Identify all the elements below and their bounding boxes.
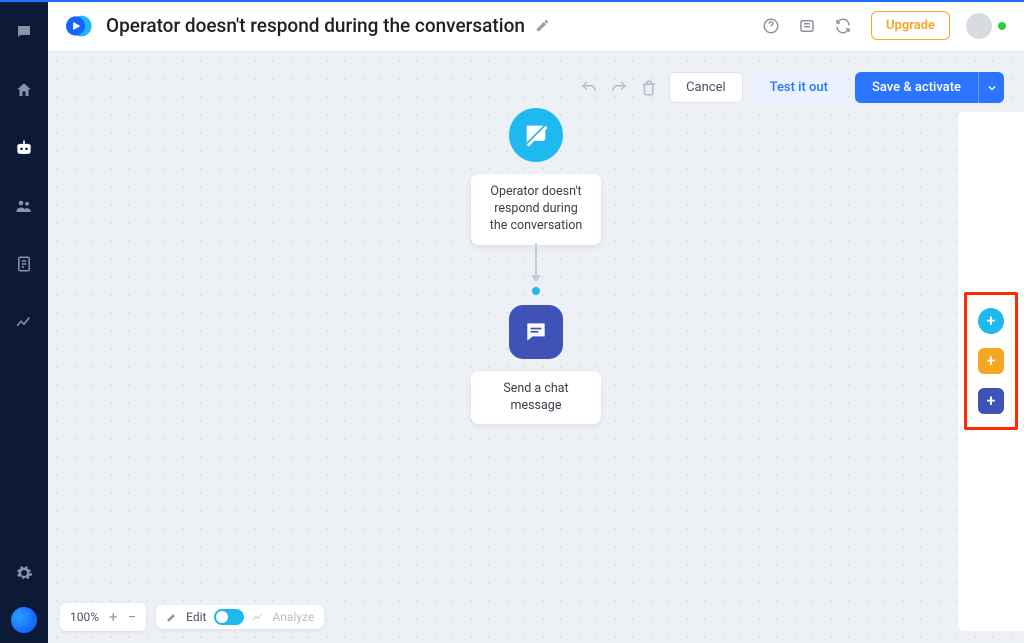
upgrade-button[interactable]: Upgrade — [871, 11, 950, 40]
test-button[interactable]: Test it out — [753, 72, 845, 103]
online-status-icon — [998, 22, 1006, 30]
page-header: Operator doesn't respond during the conv… — [48, 0, 1024, 52]
action-node-card[interactable]: Send a chat message — [471, 371, 601, 425]
news-icon — [798, 17, 816, 35]
chart-line-icon — [252, 611, 264, 623]
pencil-icon — [166, 611, 178, 623]
refresh-icon — [834, 17, 852, 35]
zoom-control: 100% + − — [60, 603, 146, 631]
mode-analyze-label[interactable]: Analyze — [272, 610, 314, 624]
chart-line-icon — [15, 313, 33, 331]
action-node-label: Send a chat message — [503, 381, 568, 413]
help-icon — [762, 17, 780, 35]
page-title: Operator doesn't respond during the conv… — [106, 14, 525, 37]
sidebar-item-settings[interactable] — [10, 559, 38, 587]
app-logo[interactable] — [62, 10, 94, 42]
top-accent-bar — [0, 0, 1024, 2]
help-button[interactable] — [761, 16, 781, 36]
document-icon — [15, 255, 33, 273]
no-response-icon — [522, 121, 550, 149]
sidebar-item-chat[interactable] — [10, 18, 38, 46]
save-button-group: Save & activate — [855, 72, 1004, 103]
chevron-down-icon — [986, 82, 998, 94]
bot-icon — [14, 138, 34, 158]
news-button[interactable] — [797, 16, 817, 36]
flow-connector-dot[interactable] — [532, 287, 540, 295]
sidebar-item-contacts[interactable] — [10, 192, 38, 220]
flow-canvas[interactable]: Cancel Test it out Save & activate Opera… — [48, 52, 1024, 643]
palette-highlight-box: + + + — [964, 292, 1018, 430]
action-node-icon[interactable] — [509, 305, 563, 359]
mode-switch: Edit Analyze — [156, 605, 324, 629]
people-icon — [15, 197, 33, 215]
save-dropdown-button[interactable] — [978, 72, 1004, 103]
logo-icon — [62, 10, 94, 42]
plus-icon: + — [987, 393, 996, 409]
gear-icon — [15, 564, 33, 582]
undo-button[interactable] — [579, 78, 599, 98]
home-icon — [15, 81, 33, 99]
trash-icon — [640, 79, 658, 97]
delete-button[interactable] — [639, 78, 659, 98]
pencil-icon — [535, 18, 550, 33]
canvas-action-bar: Cancel Test it out Save & activate — [579, 72, 1004, 103]
sidebar-item-home[interactable] — [10, 76, 38, 104]
chat-bubble-icon — [15, 23, 33, 41]
sidebar-item-bot[interactable] — [10, 134, 38, 162]
canvas-bottom-bar: 100% + − Edit Analyze — [60, 603, 324, 631]
trigger-node-card[interactable]: Operator doesn't respond during the conv… — [471, 174, 601, 245]
trigger-node-icon[interactable] — [509, 108, 563, 162]
chat-message-icon — [523, 319, 549, 345]
flow-diagram: Operator doesn't respond during the conv… — [471, 108, 601, 424]
add-condition-button[interactable]: + — [978, 348, 1004, 374]
add-trigger-button[interactable]: + — [978, 308, 1004, 334]
user-avatar[interactable] — [966, 13, 992, 39]
save-activate-button[interactable]: Save & activate — [855, 72, 978, 103]
flow-edge — [535, 243, 537, 281]
undo-icon — [580, 79, 598, 97]
refresh-button[interactable] — [833, 16, 853, 36]
redo-icon — [610, 79, 628, 97]
zoom-level: 100% — [70, 610, 99, 624]
redo-button[interactable] — [609, 78, 629, 98]
mode-toggle[interactable] — [214, 609, 244, 625]
edit-title-button[interactable] — [535, 18, 550, 33]
cancel-button[interactable]: Cancel — [669, 72, 743, 103]
zoom-in-button[interactable]: + — [109, 608, 118, 626]
brand-logo-icon[interactable] — [8, 604, 41, 637]
mode-edit-label[interactable]: Edit — [186, 610, 206, 624]
plus-icon: + — [987, 313, 996, 329]
plus-icon: + — [987, 353, 996, 369]
sidebar-item-content[interactable] — [10, 250, 38, 278]
main-container: Operator doesn't respond during the conv… — [48, 0, 1024, 643]
sidebar-item-analytics[interactable] — [10, 308, 38, 336]
trigger-node-label: Operator doesn't respond during the conv… — [490, 184, 583, 233]
zoom-out-button[interactable]: − — [128, 608, 137, 626]
add-action-button[interactable]: + — [978, 388, 1004, 414]
main-sidebar — [0, 0, 48, 643]
